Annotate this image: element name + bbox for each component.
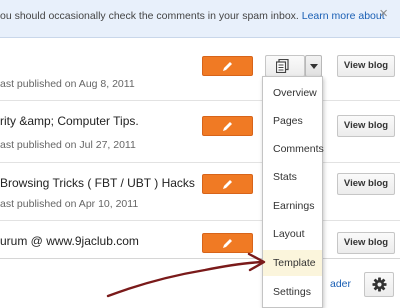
blog-title[interactable]: rity &amp; Computer Tips. (0, 114, 139, 128)
spam-notice-bar: ou should occasionally check the comment… (0, 0, 400, 38)
spam-notice-text: ou should occasionally check the comment… (0, 10, 385, 22)
menu-item-stats[interactable]: Stats (263, 164, 322, 190)
menu-item-earnings[interactable]: Earnings (263, 193, 322, 219)
view-blog-button[interactable]: View blog (337, 232, 395, 254)
posts-list-button[interactable] (265, 55, 305, 77)
settings-button[interactable] (364, 272, 394, 297)
row-divider (0, 162, 400, 163)
blog-last-published: ast published on Aug 8, 2011 (0, 78, 135, 90)
pencil-icon (223, 239, 232, 248)
new-post-button[interactable] (202, 233, 253, 253)
learn-more-link[interactable]: Learn more about (302, 10, 385, 22)
blog-title[interactable]: urum @ www.9jaclub.com (0, 234, 139, 248)
blog-menu-dropdown-toggle[interactable] (305, 55, 322, 77)
menu-item-layout[interactable]: Layout (263, 221, 322, 247)
menu-item-pages[interactable]: Pages (263, 108, 322, 134)
annotation-arrow (106, 252, 266, 298)
gear-icon (372, 277, 387, 292)
blog-title[interactable]: Browsing Tricks ( FBT / UBT ) Hacks (0, 176, 195, 190)
spam-notice-message: ou should occasionally check the comment… (0, 10, 299, 22)
menu-item-comments[interactable]: Comments (263, 136, 324, 162)
blog-last-published: ast published on Apr 10, 2011 (0, 198, 139, 210)
pencil-icon (223, 62, 232, 71)
blog-menu-dropdown: Overview Pages Comments Stats Earnings L… (262, 76, 324, 308)
pencil-icon (223, 122, 232, 131)
pencil-icon (223, 180, 232, 189)
menu-item-settings[interactable]: Settings (263, 279, 322, 305)
list-bottom-divider (0, 258, 400, 259)
view-blog-button[interactable]: View blog (337, 173, 395, 195)
menu-item-overview[interactable]: Overview (263, 80, 322, 106)
reader-link[interactable]: ader (330, 278, 351, 290)
new-post-button[interactable] (202, 174, 253, 194)
view-blog-button[interactable]: View blog (337, 55, 395, 77)
posts-list-icon (276, 59, 289, 73)
menu-item-template[interactable]: Template (263, 250, 322, 276)
new-post-button[interactable] (202, 56, 253, 76)
blog-last-published: ast published on Jul 27, 2011 (0, 139, 136, 151)
caret-down-icon (310, 64, 318, 69)
close-icon[interactable]: × (379, 5, 388, 22)
new-post-button[interactable] (202, 116, 253, 136)
row-divider (0, 100, 400, 101)
view-blog-button[interactable]: View blog (337, 115, 395, 137)
row-divider (0, 220, 400, 221)
